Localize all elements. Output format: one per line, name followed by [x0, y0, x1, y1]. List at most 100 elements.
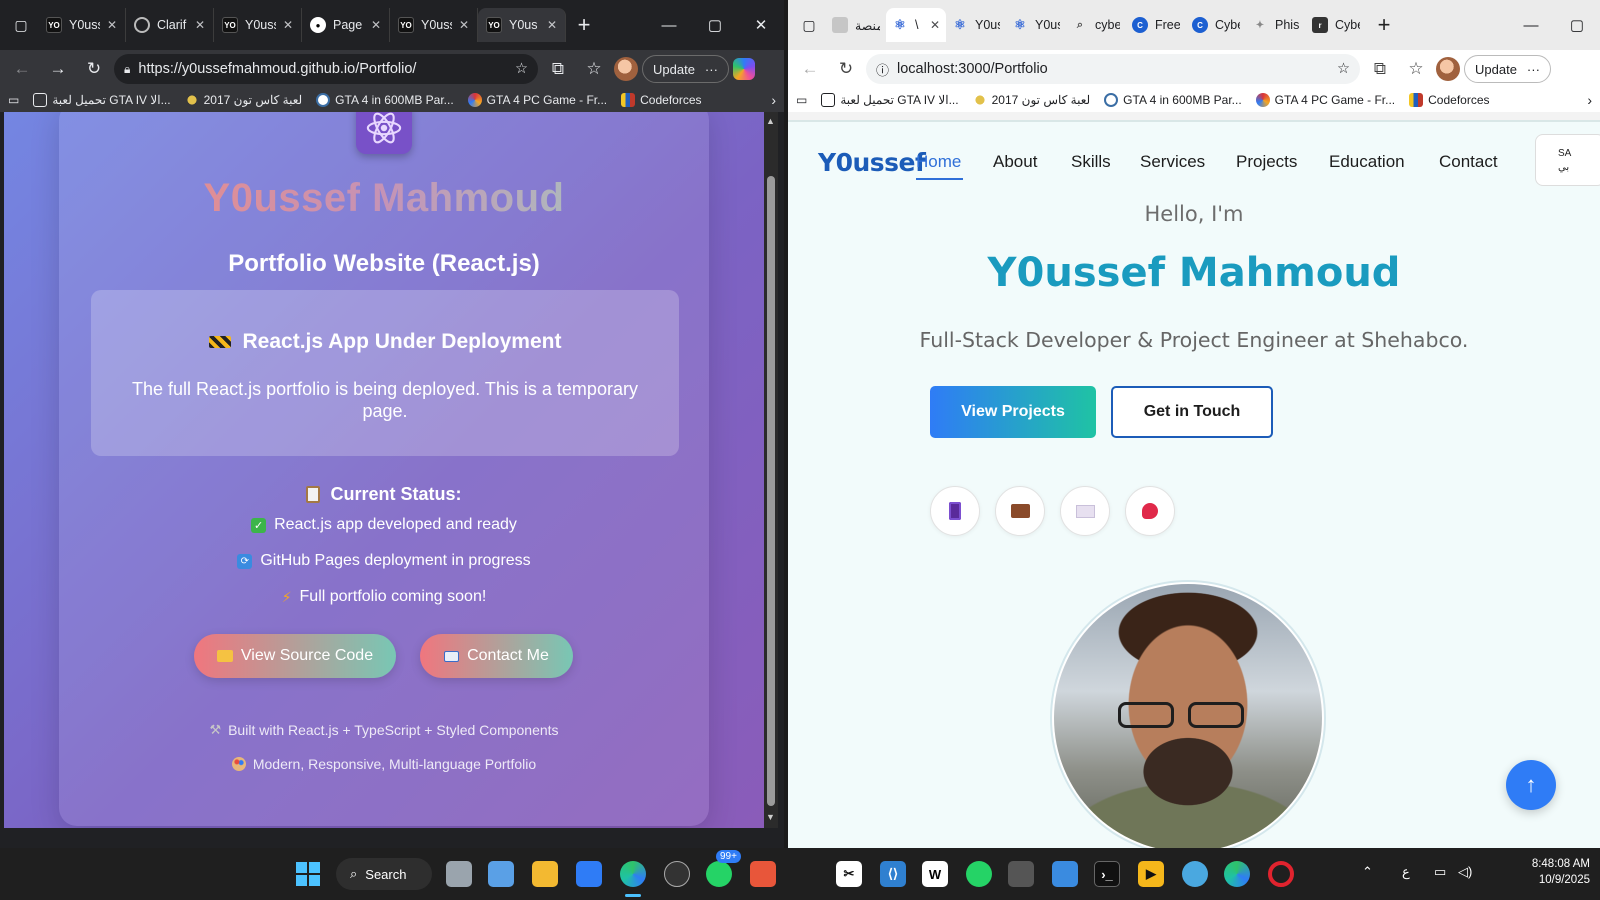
favorite-star-icon[interactable]: ☆ [515, 61, 528, 77]
update-button[interactable]: Update ··· [642, 55, 729, 83]
nav-home[interactable]: Home [916, 152, 961, 172]
update-button[interactable]: Update ··· [1464, 55, 1551, 83]
contact-me-button[interactable]: Contact Me [420, 634, 573, 678]
right-tab-9[interactable]: r Cybe [1306, 8, 1366, 42]
right-tab-6[interactable]: C Free ( [1126, 8, 1186, 42]
left-tab-5[interactable]: YO Y0uss ✕ [390, 8, 478, 42]
bookmarks-toggle-icon[interactable]: ▭ [8, 93, 19, 107]
photos-icon[interactable] [1052, 861, 1078, 887]
copilot-icon[interactable] [732, 58, 755, 80]
close-icon[interactable]: ✕ [930, 18, 940, 32]
bookmark-gta4-600mb[interactable]: GTA 4 in 600MB Par... [1104, 93, 1242, 107]
right-tab-1[interactable]: منصة [826, 8, 886, 42]
left-tab-6-active[interactable]: YO Y0us ✕ [478, 8, 566, 42]
reload-icon[interactable]: ↻ [830, 53, 862, 85]
info-icon[interactable]: ⓘ [876, 60, 889, 79]
task-view-icon[interactable] [446, 861, 472, 887]
nav-skills[interactable]: Skills [1071, 152, 1111, 172]
profile-avatar[interactable] [1436, 57, 1460, 81]
edge-dev-icon[interactable] [1224, 861, 1250, 887]
maximize-icon[interactable]: ▢ [692, 16, 738, 34]
social-email-button[interactable] [1060, 486, 1110, 536]
address-bar[interactable]: 🔒︎ https://y0ussefmahmoud.github.io/Port… [114, 54, 538, 84]
close-window-icon[interactable]: ✕ [738, 16, 784, 34]
extensions-icon[interactable]: ⧉ [542, 53, 574, 85]
minimize-icon[interactable]: — [1508, 17, 1554, 34]
back-icon[interactable]: ← [794, 53, 826, 85]
social-location-button[interactable] [1125, 486, 1175, 536]
chevron-right-icon[interactable]: › [1587, 92, 1592, 108]
start-button[interactable] [295, 861, 321, 887]
right-tab-5[interactable]: ⌕ cyber [1066, 8, 1126, 42]
language-switcher[interactable]: SA بي [1535, 134, 1600, 186]
close-icon[interactable]: ✕ [107, 18, 117, 32]
bookmark-gta4-pc[interactable]: GTA 4 PC Game - Fr... [467, 93, 607, 107]
scroll-up-icon[interactable]: ▲ [766, 116, 775, 126]
whatsapp-icon[interactable] [706, 861, 732, 887]
scroll-to-top-button[interactable]: ↑ [1506, 760, 1556, 810]
bookmark-cup-game[interactable]: لعبة كاس تون 2017 [972, 93, 1090, 107]
bookmark-codeforces[interactable]: Codeforces [1409, 93, 1490, 107]
media-player-icon[interactable]: ▶︎ [1138, 861, 1164, 887]
unity-icon[interactable] [1008, 861, 1034, 887]
nav-education[interactable]: Education [1329, 152, 1405, 172]
chevron-right-icon[interactable]: › [771, 92, 776, 108]
view-source-button[interactable]: View Source Code [194, 634, 396, 678]
bookmark-gta-iv[interactable]: تحميل لعبة GTA IV الا... [33, 93, 171, 107]
file-explorer-icon[interactable] [532, 861, 558, 887]
nav-services[interactable]: Services [1140, 152, 1205, 172]
profile-avatar[interactable] [614, 57, 638, 81]
bookmark-gta-iv[interactable]: تحميل لعبة GTA IV الا... [821, 93, 959, 107]
nav-contact[interactable]: Contact [1439, 152, 1498, 172]
notepad-icon[interactable] [488, 861, 514, 887]
favorite-star-icon[interactable]: ☆ [1337, 61, 1350, 77]
more-icon[interactable]: ··· [1527, 62, 1540, 77]
left-tab-actions-icon[interactable]: ▢ [4, 8, 38, 42]
right-tab-3[interactable]: ⚛︎ Y0uss [946, 8, 1006, 42]
social-phone-button[interactable] [930, 486, 980, 536]
bookmark-gta4-600mb[interactable]: GTA 4 in 600MB Par... [316, 93, 454, 107]
site-info-icon[interactable]: 🔒︎ [124, 62, 130, 77]
capcut-icon[interactable]: ✂︎ [836, 861, 862, 887]
nav-about[interactable]: About [993, 152, 1037, 172]
close-icon[interactable]: ✕ [283, 18, 293, 32]
favorites-icon[interactable]: ☆ [1400, 53, 1432, 85]
reload-icon[interactable]: ↻ [78, 53, 110, 85]
taskbar-search[interactable]: ⌕ Search [336, 858, 432, 890]
store-icon[interactable] [576, 861, 602, 887]
scrollbar-thumb[interactable] [767, 176, 775, 806]
bookmark-codeforces[interactable]: Codeforces [621, 93, 702, 107]
keyboard-language[interactable]: ع [1402, 864, 1410, 880]
left-tab-2[interactable]: Clarif ✕ [126, 8, 214, 42]
close-icon[interactable]: ✕ [195, 18, 205, 32]
network-icon[interactable]: ▭ [1434, 864, 1446, 880]
minimize-icon[interactable]: — [646, 17, 692, 34]
edge-icon[interactable] [620, 861, 646, 887]
new-tab-icon[interactable]: + [1366, 12, 1402, 38]
get-in-touch-button[interactable]: Get in Touch [1111, 386, 1273, 438]
extensions-icon[interactable]: ⧉ [1364, 53, 1396, 85]
favorites-icon[interactable]: ☆ [578, 53, 610, 85]
whatsapp-desktop-icon[interactable] [966, 861, 992, 887]
address-url[interactable]: localhost:3000/Portfolio [897, 61, 1329, 77]
scroll-down-icon[interactable]: ▼ [766, 812, 775, 822]
more-icon[interactable]: ··· [705, 62, 718, 77]
bookmark-cup-game[interactable]: لعبة كاس تون 2017 [184, 93, 302, 107]
docker-icon[interactable] [1182, 861, 1208, 887]
left-scrollbar[interactable]: ▲ ▼ [764, 112, 778, 828]
maximize-icon[interactable]: ▢ [1554, 16, 1600, 34]
close-icon[interactable]: ✕ [371, 18, 381, 32]
right-tab-4[interactable]: ⚛︎ Y0uss [1006, 8, 1066, 42]
bookmark-gta4-pc[interactable]: GTA 4 PC Game - Fr... [1255, 93, 1395, 107]
right-tab-actions-icon[interactable]: ▢ [792, 8, 826, 42]
wolfram-icon[interactable]: W [922, 861, 948, 887]
left-tab-3[interactable]: YO Y0uss ✕ [214, 8, 302, 42]
opera-icon[interactable] [1268, 861, 1294, 887]
right-tab-2-active[interactable]: ⚛︎ \ ✕ [886, 8, 946, 42]
chevron-up-icon[interactable]: ⌃ [1362, 864, 1373, 880]
address-bar[interactable]: ⓘ localhost:3000/Portfolio ☆ [866, 54, 1360, 84]
left-tab-1[interactable]: YO Y0uss ✕ [38, 8, 126, 42]
left-tab-4[interactable]: ● Page ✕ [302, 8, 390, 42]
terminal-icon[interactable]: ›_ [1094, 861, 1120, 887]
taskbar-clock[interactable]: 8:48:08 AM 10/9/2025 [1508, 856, 1590, 888]
